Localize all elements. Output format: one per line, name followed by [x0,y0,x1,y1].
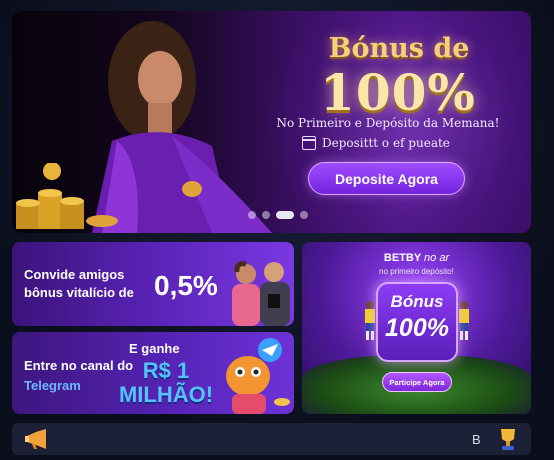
betby-promo-card[interactable]: BETBY no ar no primeiro depósito! Bónus … [302,242,531,414]
telegram-card-ganhe: E ganhe [129,341,180,356]
carousel-indicators [248,211,308,219]
hero-deposit-note-text: Deposittt o ef pueate [322,136,450,150]
betby-subtitle: no primeiro depósito! [379,267,454,276]
friends-illustration [232,261,290,326]
announcement-text: B [472,432,481,447]
carousel-dot[interactable] [248,211,256,219]
calendar-icon [302,136,316,150]
football-player-right-icon [459,301,469,340]
hero-deposit-note: Deposittt o ef pueate [302,136,482,150]
telegram-card-amount: R$ 1 MILHÃO! [116,359,216,407]
telegram-promo-card[interactable]: Entre no canal do Telegram E ganhe R$ 1 … [12,332,294,414]
deposit-now-button[interactable]: Deposite Agora [308,162,465,195]
announcement-bar[interactable]: B [12,423,531,455]
betby-brand-suffix: no ar [424,252,450,264]
hero-banner[interactable]: Bónus de 100% No Primeiro e Depósito da … [12,11,531,233]
invite-friends-card[interactable]: Convide amigos bônus vitalício de 0,5% [12,242,294,326]
promo-page: Bónus de 100% No Primeiro e Depósito da … [0,0,554,460]
telegram-card-amount-line1: R$ 1 [142,358,190,383]
telegram-card-highlight: Telegram [24,378,81,393]
carousel-dot-active[interactable] [276,211,294,219]
participate-now-button[interactable]: Participe Agora [382,372,452,392]
hero-bonus-percent: 100% [320,63,476,122]
betby-brand: BETBY [383,252,421,264]
invite-card-text: Convide amigos bônus vitalício de [24,267,134,300]
betby-bonus-percent: 100% [385,314,449,342]
betby-bonus-word: Bónus [390,292,444,311]
trophy-icon [501,429,515,450]
telegram-card-amount-line2: MILHÃO! [118,382,214,407]
hero-bonus-title: Bónus de [328,33,470,64]
gold-coins-illustration [16,163,118,229]
betby-bonus-badge: Bónus 100% [376,282,458,362]
hero-subtitle: No Primeiro e Depósito da Memana! [276,116,500,130]
invite-card-percent: 0,5% [154,270,218,301]
megaphone-icon [25,429,46,449]
tiger-mascot-icon [226,338,290,414]
betby-logo: BETBY no ar [302,252,531,264]
carousel-dot[interactable] [262,211,270,219]
carousel-dot[interactable] [300,211,308,219]
